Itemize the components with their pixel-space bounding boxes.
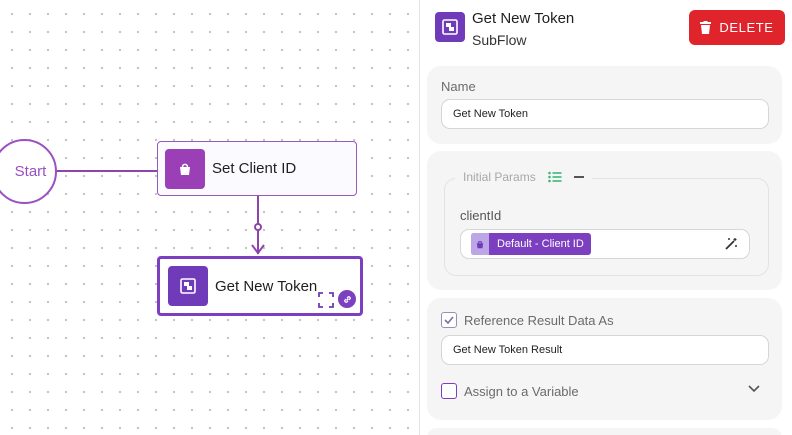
start-node[interactable]: Start [0, 139, 57, 204]
delete-button-label: DELETE [719, 20, 774, 35]
bag-icon [471, 233, 489, 255]
reference-result-section: Reference Result Data As Get New Token R… [427, 298, 782, 420]
name-label: Name [441, 79, 476, 94]
minus-icon[interactable] [573, 176, 584, 178]
name-input-value: Get New Token [453, 108, 529, 120]
name-input[interactable]: Get New Token [441, 99, 769, 129]
node-set-client-id[interactable]: Set Client ID [157, 141, 357, 196]
client-id-input[interactable]: Default - Client ID [460, 229, 750, 259]
initial-params-group: Initial Params clientId Default - Client… [444, 170, 769, 276]
chevron-down-icon[interactable] [748, 385, 760, 393]
list-icon[interactable] [547, 171, 562, 183]
start-node-label: Start [14, 163, 47, 180]
subflow-icon [435, 12, 465, 42]
assign-variable-checkbox[interactable] [441, 383, 457, 399]
variable-chip-label: Default - Client ID [497, 238, 584, 250]
assign-variable-label: Assign to a Variable [464, 384, 579, 399]
panel-subtitle: SubFlow [472, 32, 527, 48]
initial-params-title: Initial Params [463, 170, 536, 184]
check-icon [444, 316, 454, 324]
variable-chip[interactable]: Default - Client ID [471, 233, 591, 255]
delete-button[interactable]: DELETE [689, 10, 785, 45]
initial-params-section: Initial Params clientId Default - Client… [427, 151, 782, 290]
node-label: Set Client ID [212, 160, 297, 177]
panel-title: Get New Token [472, 10, 575, 27]
name-section: Name Get New Token [427, 66, 782, 144]
properties-panel: Get New Token SubFlow DELETE Name Get Ne… [420, 0, 792, 435]
reference-result-value: Get New Token Result [453, 344, 563, 356]
magic-wand-icon[interactable] [724, 237, 738, 251]
panel-header: Get New Token SubFlow DELETE [420, 0, 792, 60]
link-icon[interactable] [338, 290, 356, 308]
reference-result-input[interactable]: Get New Token Result [441, 335, 769, 365]
node-get-new-token[interactable]: Get New Token [157, 256, 363, 316]
flow-canvas[interactable]: Start Set Client ID Get New Token [0, 0, 420, 435]
arrow-head-icon [251, 244, 265, 255]
trash-icon [700, 21, 712, 34]
bag-icon [165, 148, 205, 189]
subflow-icon [168, 266, 208, 306]
node-label: Get New Token [215, 277, 318, 295]
initial-params-legend: Initial Params [455, 170, 592, 184]
param-name-label: clientId [460, 208, 502, 223]
connector-start-to-set [56, 170, 158, 172]
reference-result-label: Reference Result Data As [464, 313, 614, 328]
expand-icon[interactable] [318, 292, 334, 308]
connector-handle[interactable] [254, 223, 262, 231]
next-section [427, 428, 782, 435]
reference-result-checkbox[interactable] [441, 312, 457, 328]
